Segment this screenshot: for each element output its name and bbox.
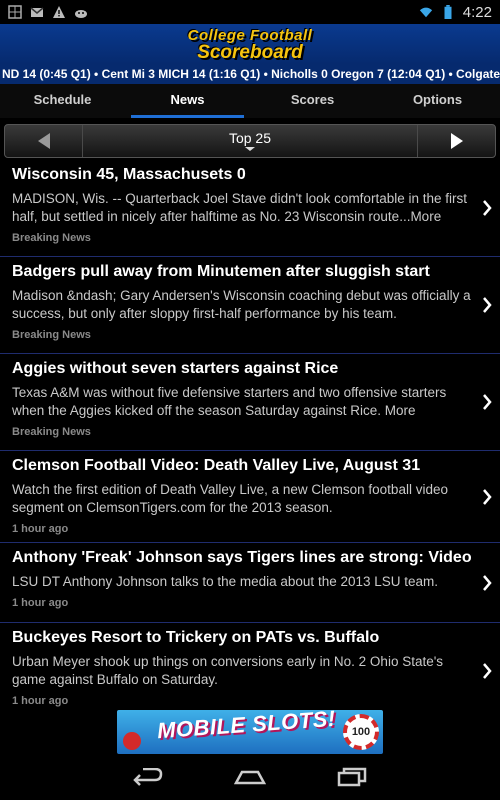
tab-schedule[interactable]: Schedule — [0, 84, 125, 118]
news-description: Urban Meyer shook up things on conversio… — [12, 654, 444, 687]
gmail-icon — [30, 7, 44, 17]
status-bar: 4:22 — [0, 0, 500, 24]
news-meta: Breaking News — [12, 329, 91, 341]
back-icon — [133, 768, 163, 786]
news-meta: 1 hour ago — [12, 523, 69, 535]
news-title: Clemson Football Video: Death Valley Liv… — [12, 457, 421, 474]
news-description: Texas A&M was without five defensive sta… — [12, 385, 447, 418]
home-button[interactable] — [234, 766, 266, 788]
ad-banner[interactable]: MOBILE SLOTS! 100 — [117, 710, 383, 754]
previous-category-button[interactable] — [5, 125, 83, 157]
chevron-right-icon — [483, 394, 492, 410]
score-ticker[interactable]: ND 14 (0:45 Q1) • Cent Mi 3 MICH 14 (1:1… — [0, 64, 500, 84]
ad-text: MOBILE SLOTS! — [156, 710, 337, 744]
arrow-left-icon — [37, 133, 50, 149]
status-right-icons: 4:22 — [419, 4, 492, 21]
news-meta: Breaking News — [12, 232, 91, 244]
chevron-right-icon — [483, 297, 492, 313]
logo-line2: Scoreboard — [197, 42, 303, 63]
chevron-right-icon — [483, 574, 492, 591]
news-item[interactable]: Anthony 'Freak' Johnson says Tigers line… — [0, 543, 500, 623]
news-description: MADISON, Wis. -- Quarterback Joel Stave … — [12, 191, 467, 224]
category-selector[interactable]: Top 25 — [83, 125, 417, 157]
warning-icon — [53, 6, 65, 18]
chevron-right-icon — [483, 488, 492, 505]
grid-icon — [8, 5, 22, 19]
android-icon — [75, 10, 87, 18]
news-item[interactable]: Clemson Football Video: Death Valley Liv… — [0, 451, 500, 543]
news-description: LSU DT Anthony Johnson talks to the medi… — [12, 574, 439, 589]
next-category-button[interactable] — [417, 125, 495, 157]
arrow-right-icon — [450, 133, 463, 149]
recent-apps-icon — [337, 767, 367, 787]
system-navigation-bar — [0, 754, 500, 800]
app-logo: College Football Scoreboard — [188, 27, 313, 63]
status-left-icons — [8, 5, 88, 19]
app-header: College Football Scoreboard — [0, 24, 500, 64]
home-icon — [234, 770, 266, 785]
news-title: Anthony 'Freak' Johnson says Tigers line… — [12, 549, 472, 566]
news-meta: 1 hour ago — [12, 695, 69, 707]
news-title: Badgers pull away from Minutemen after s… — [12, 263, 430, 280]
news-title: Buckeyes Resort to Trickery on PATs vs. … — [12, 629, 380, 646]
news-item[interactable]: Aggies without seven starters against Ri… — [0, 354, 500, 451]
news-meta: Breaking News — [12, 426, 91, 438]
news-meta: 1 hour ago — [12, 597, 69, 609]
tab-scores[interactable]: Scores — [250, 84, 375, 118]
chevron-right-icon — [483, 663, 492, 679]
battery-icon — [444, 5, 452, 19]
news-title: Aggies without seven starters against Ri… — [12, 360, 339, 377]
wifi-icon — [419, 7, 432, 18]
news-item[interactable]: Buckeyes Resort to Trickery on PATs vs. … — [0, 623, 500, 710]
category-title: Top 25 — [228, 130, 272, 146]
chevron-right-icon — [483, 200, 492, 216]
tab-news[interactable]: News — [125, 84, 250, 118]
recent-apps-button[interactable] — [336, 766, 368, 788]
news-description: Watch the first edition of Death Valley … — [12, 482, 448, 515]
casino-chip-icon: 100 — [343, 714, 379, 750]
news-item[interactable]: Wisconsin 45, Massachusets 0 MADISON, Wi… — [0, 160, 500, 257]
ad-bar: MOBILE SLOTS! 100 — [0, 710, 500, 754]
tab-bar: Schedule News Scores Options — [0, 84, 500, 118]
news-item[interactable]: Badgers pull away from Minutemen after s… — [0, 257, 500, 354]
status-time: 4:22 — [462, 3, 492, 21]
news-title: Wisconsin 45, Massachusets 0 — [12, 166, 246, 183]
cherry-icon — [123, 732, 141, 750]
news-description: Madison &ndash; Gary Andersen's Wisconsi… — [12, 288, 471, 321]
caret-down-icon — [245, 147, 255, 151]
news-list[interactable]: Wisconsin 45, Massachusets 0 MADISON, Wi… — [0, 160, 500, 710]
back-button[interactable] — [132, 766, 164, 788]
tab-options[interactable]: Options — [375, 84, 500, 118]
category-navigator: Top 25 — [4, 124, 496, 158]
